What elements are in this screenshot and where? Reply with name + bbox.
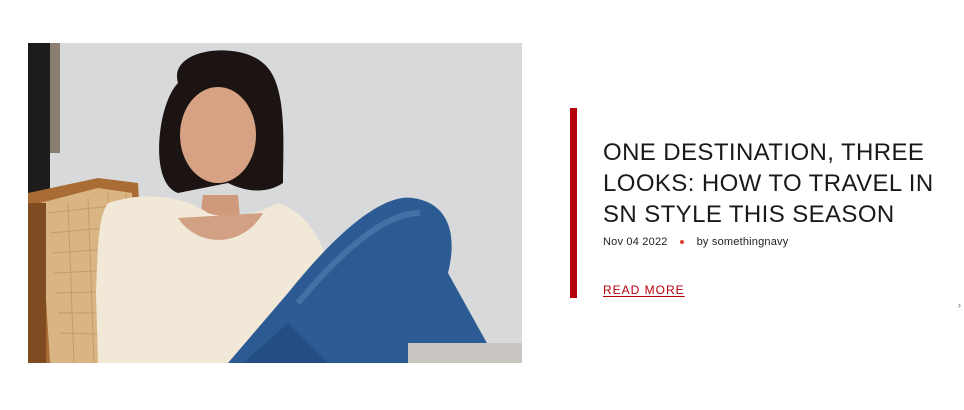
article-summary: ONE DESTINATION, THREE LOOKS: HOW TO TRA… — [570, 108, 940, 298]
blog-post-card: ONE DESTINATION, THREE LOOKS: HOW TO TRA… — [0, 0, 964, 410]
read-more-link[interactable]: READ MORE — [603, 283, 685, 297]
article-date: Nov 04 2022 — [603, 236, 668, 248]
carousel-edge-icon[interactable]: › — [958, 300, 961, 310]
separator-dot-icon — [679, 240, 684, 244]
article-title[interactable]: ONE DESTINATION, THREE LOOKS: HOW TO TRA… — [603, 137, 940, 230]
article-image[interactable] — [28, 43, 522, 363]
article-author[interactable]: by somethingnavy — [697, 236, 789, 248]
article-meta: Nov 04 2022 by somethingnavy — [603, 236, 940, 248]
